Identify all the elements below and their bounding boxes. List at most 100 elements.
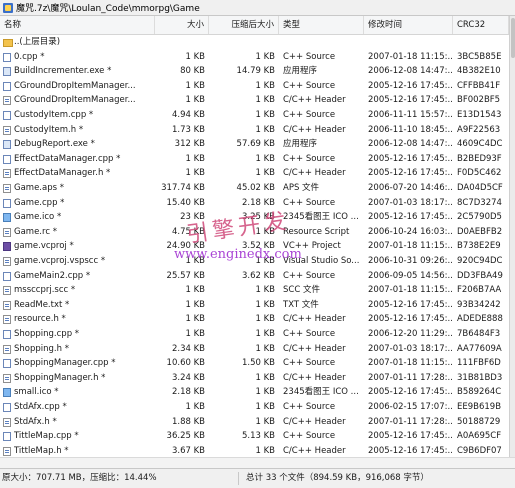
file-row[interactable]: TittleMap.cpp * 36.25 KB 5.13 KB C++ Source… — [0, 429, 509, 444]
cell-modified: 2006-12-20 11:29:... — [368, 329, 452, 339]
cell-crc: 50188729 — [457, 416, 501, 427]
file-row[interactable]: Game.aps * 317.74 KB 45.02 KB APS 文件 2006-07… — [0, 181, 509, 196]
cell-crc: 2C5790D5 — [457, 212, 502, 223]
file-row[interactable]: CGroundDropItemManager... 1 KB 1 KB C/C++ H… — [0, 93, 509, 108]
file-row[interactable]: CustodyItem.cpp * 4.94 KB 1 KB C++ Source 20… — [0, 108, 509, 123]
cpp-file-icon — [3, 330, 11, 339]
scrollbar-thumb[interactable] — [511, 18, 515, 58]
cell-size: 1 KB — [185, 329, 205, 339]
cell-packed: 1 KB — [255, 387, 275, 398]
file-row[interactable]: TittleMap.h * 3.67 KB 1 KB C/C++ Header 2005… — [0, 444, 509, 457]
folder-up-icon — [3, 39, 13, 47]
cell-modified: 2005-12-16 17:45:... — [368, 153, 452, 164]
cpp-file-icon — [3, 198, 11, 208]
cell-type: C/C++ Header — [283, 168, 346, 179]
cell-type: C++ Source — [283, 197, 336, 208]
file-row[interactable]: resource.h * 1 KB 1 KB C/C++ Header 2005-12-… — [0, 312, 509, 327]
cell-packed: 45.02 KB — [236, 183, 275, 193]
status-bar: 原大小：707.71 MB，压缩比：14.44% 总计 33 个文件（894.5… — [0, 468, 515, 488]
cell-crc: EE9B619B — [457, 402, 502, 412]
cell-crc: DD3FBA49 — [457, 270, 503, 281]
cell-size — [155, 35, 205, 50]
cell-name: EffectDataManager.h * — [14, 168, 111, 179]
cell-modified: 2006-11-10 18:45:... — [368, 124, 452, 135]
file-row[interactable]: CustodyItem.h * 1.73 KB 1 KB C/C++ Header 20… — [0, 123, 509, 138]
file-row[interactable]: StdAfx.h * 1.88 KB 1 KB C/C++ Header 2007-01… — [0, 415, 509, 430]
cell-size: 1 KB — [185, 168, 205, 179]
cell-size: 2.34 KB — [171, 343, 205, 354]
header-file-icon — [3, 96, 11, 106]
cell-name: StdAfx.h * — [14, 416, 57, 427]
cell-modified: 2005-12-16 17:45:... — [368, 314, 452, 325]
cell-modified: 2006-12-08 14:47:... — [368, 66, 452, 77]
column-header: 名称 大小 压缩后大小 类型 修改时间 CRC32 — [0, 16, 515, 35]
cell-type: C++ Source — [283, 431, 336, 442]
cell-crc: B738E2E9 — [457, 241, 501, 252]
cell-packed: 1 KB — [255, 314, 275, 325]
file-row[interactable]: BuildIncrementer.exe * 80 KB 14.79 KB 应用程序 2… — [0, 64, 509, 79]
cell-crc: 3BC5B85E — [457, 51, 502, 62]
ico-file-icon — [3, 213, 11, 223]
cell-modified: 2006-09-05 14:56:... — [368, 270, 452, 281]
cell-size: 1 KB — [185, 314, 205, 325]
file-row[interactable]: ShoppingManager.cpp * 10.60 KB 1.50 KB C++ … — [0, 356, 509, 371]
cell-crc: 4609C4DC — [457, 139, 503, 150]
file-row[interactable]: GameMain2.cpp * 25.57 KB 3.62 KB C++ Source… — [0, 269, 509, 284]
file-row[interactable]: DebugReport.exe * 312 KB 57.69 KB 应用程序 2006-… — [0, 137, 509, 152]
file-row[interactable]: 0.cpp * 1 KB 1 KB C++ Source 2007-01-18 11:1… — [0, 50, 509, 65]
vertical-scrollbar[interactable] — [509, 16, 515, 457]
file-row[interactable]: CGroundDropItemManager... 1 KB 1 KB C++ Sou… — [0, 79, 509, 94]
cell-crc: CFFBB41F — [457, 80, 501, 91]
column-modified-header[interactable]: 修改时间 — [364, 16, 453, 34]
cell-crc: A0A695CF — [457, 431, 502, 442]
cell-size: 3.24 KB — [171, 372, 205, 383]
cpp-file-icon — [3, 271, 11, 281]
file-row[interactable]: StdAfx.cpp * 1 KB 1 KB C++ Source 2006-02-15… — [0, 400, 509, 415]
cell-type: C/C++ Header — [283, 372, 346, 383]
file-row[interactable]: ReadMe.txt * 1 KB 1 KB TXT 文件 2005-12-16 17:… — [0, 298, 509, 313]
file-row[interactable]: ShoppingManager.h * 3.24 KB 1 KB C/C++ Head… — [0, 371, 509, 386]
address-bar[interactable]: 魔咒.7z\魔咒\Loulan_Code\mmorpg\Game — [0, 0, 515, 16]
cell-size: 80 KB — [180, 66, 205, 77]
txt-file-icon — [3, 300, 11, 310]
column-type-header[interactable]: 类型 — [279, 16, 364, 34]
cell-modified: 2006-10-31 09:26:... — [368, 256, 452, 266]
cell-crc: B589264C — [457, 387, 502, 398]
file-row[interactable]: Shopping.h * 2.34 KB 1 KB C/C++ Header 2007-… — [0, 342, 509, 357]
cell-name: ShoppingManager.h * — [14, 372, 106, 383]
cell-size: 1 KB — [185, 285, 205, 296]
cell-modified: 2007-01-11 17:28:... — [368, 416, 452, 427]
column-packed-size-header[interactable]: 压缩后大小 — [209, 16, 279, 34]
address-path: 魔咒.7z\魔咒\Loulan_Code\mmorpg\Game — [16, 4, 200, 14]
cell-modified: 2007-01-03 18:17:... — [368, 197, 452, 208]
file-row[interactable]: EffectDataManager.cpp * 1 KB 1 KB C++ Sourc… — [0, 152, 509, 167]
cell-modified: 2006-11-11 15:57:... — [368, 110, 452, 120]
cell-crc: 4B382E10 — [457, 66, 501, 77]
file-row[interactable]: small.ico * 2.18 KB 1 KB 2345看图王 ICO ... 200… — [0, 385, 509, 400]
cell-crc: 111FBF6D — [457, 358, 501, 369]
vc-project-icon — [3, 242, 11, 252]
cell-crc: B2BED93F — [457, 153, 502, 164]
column-crc-header[interactable]: CRC32 — [453, 16, 509, 34]
cell-packed: 57.69 KB — [236, 139, 275, 150]
file-row[interactable]: Shopping.cpp * 1 KB 1 KB C++ Source 2006-12-… — [0, 327, 509, 342]
cell-type: C++ Source — [283, 329, 336, 339]
cell-packed: 5.13 KB — [241, 431, 275, 442]
cell-crc: F206B7AA — [457, 285, 502, 296]
cell-packed: 1 KB — [255, 402, 275, 412]
cell-type: C++ Source — [283, 270, 336, 281]
cell-name: TittleMap.cpp * — [14, 431, 79, 442]
status-total: 总计 33 个文件（894.59 KB，916,068 字节） — [246, 473, 429, 483]
header-file-icon — [3, 417, 11, 427]
cell-crc: ADEDE888 — [457, 314, 503, 325]
file-row[interactable]: EffectDataManager.h * 1 KB 1 KB C/C++ Heade… — [0, 166, 509, 181]
file-row[interactable]: mssccprj.scc * 1 KB 1 KB SCC 文件 2007-01-18 1… — [0, 283, 509, 298]
column-size-header[interactable]: 大小 — [155, 16, 209, 34]
cell-modified: 2005-12-16 17:45:... — [368, 445, 452, 456]
parent-directory-row[interactable]: ..(上层目录) — [0, 35, 509, 50]
column-name-header[interactable]: 名称 — [0, 16, 155, 34]
cell-name: BuildIncrementer.exe * — [14, 66, 112, 77]
cell-name: CustodyItem.h * — [14, 124, 84, 135]
cell-modified: 2006-07-20 14:46:... — [368, 183, 452, 193]
cpp-file-icon — [3, 432, 11, 442]
